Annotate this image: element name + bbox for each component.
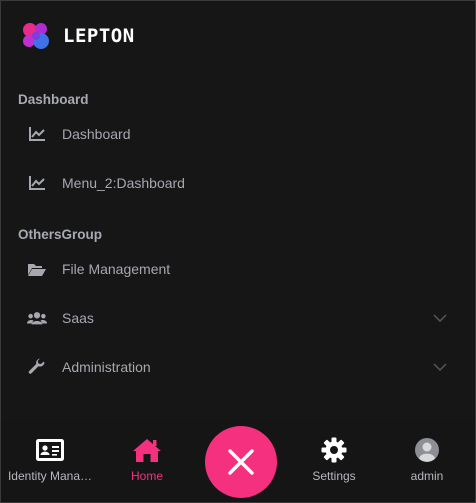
chart-line-icon [27, 173, 47, 193]
menu-item-saas[interactable]: Saas [1, 301, 475, 335]
tab-identity-management[interactable]: Identity Mana… [4, 435, 96, 495]
tab-label: admin [410, 469, 444, 483]
close-menu-button[interactable] [205, 426, 277, 498]
home-icon [132, 435, 162, 465]
close-icon [228, 449, 254, 475]
group-title-othersgroup: OthersGroup [18, 227, 103, 242]
tab-settings[interactable]: Settings [307, 435, 361, 495]
wrench-icon [27, 357, 47, 377]
chevron-down-icon[interactable] [433, 360, 447, 374]
tab-label: Identity Mana… [7, 469, 93, 483]
brand-name: LEPTON [63, 25, 135, 47]
menu-item-menu-2-dashboard[interactable]: Menu_2:Dashboard [1, 166, 475, 200]
menu-item-file-management[interactable]: File Management [1, 252, 475, 286]
app-window: LEPTON Dashboard Dashboard Menu_2:Dashbo… [0, 0, 476, 503]
avatar-icon [412, 435, 442, 465]
menu-item-label: Saas [62, 310, 94, 326]
menu-item-label: File Management [62, 261, 171, 277]
brand[interactable]: LEPTON [19, 19, 135, 53]
gear-icon [319, 435, 349, 465]
sidebar-menu: LEPTON Dashboard Dashboard Menu_2:Dashbo… [1, 1, 475, 421]
lepton-logo-icon [23, 23, 49, 49]
id-card-icon [35, 435, 65, 465]
chevron-down-icon[interactable] [433, 311, 447, 325]
menu-item-label: Menu_2:Dashboard [62, 175, 185, 191]
users-icon [27, 308, 47, 328]
menu-item-label: Administration [62, 359, 151, 375]
menu-item-administration[interactable]: Administration [1, 350, 475, 384]
tab-home[interactable]: Home [122, 435, 172, 495]
menu-item-dashboard[interactable]: Dashboard [1, 117, 475, 151]
tab-label: Home [130, 469, 163, 483]
tab-admin[interactable]: admin [402, 435, 452, 495]
menu-item-label: Dashboard [62, 126, 131, 142]
chart-line-icon [27, 124, 47, 144]
folder-open-icon [27, 259, 47, 279]
group-title-dashboard: Dashboard [18, 92, 89, 107]
tab-label: Settings [312, 469, 356, 483]
